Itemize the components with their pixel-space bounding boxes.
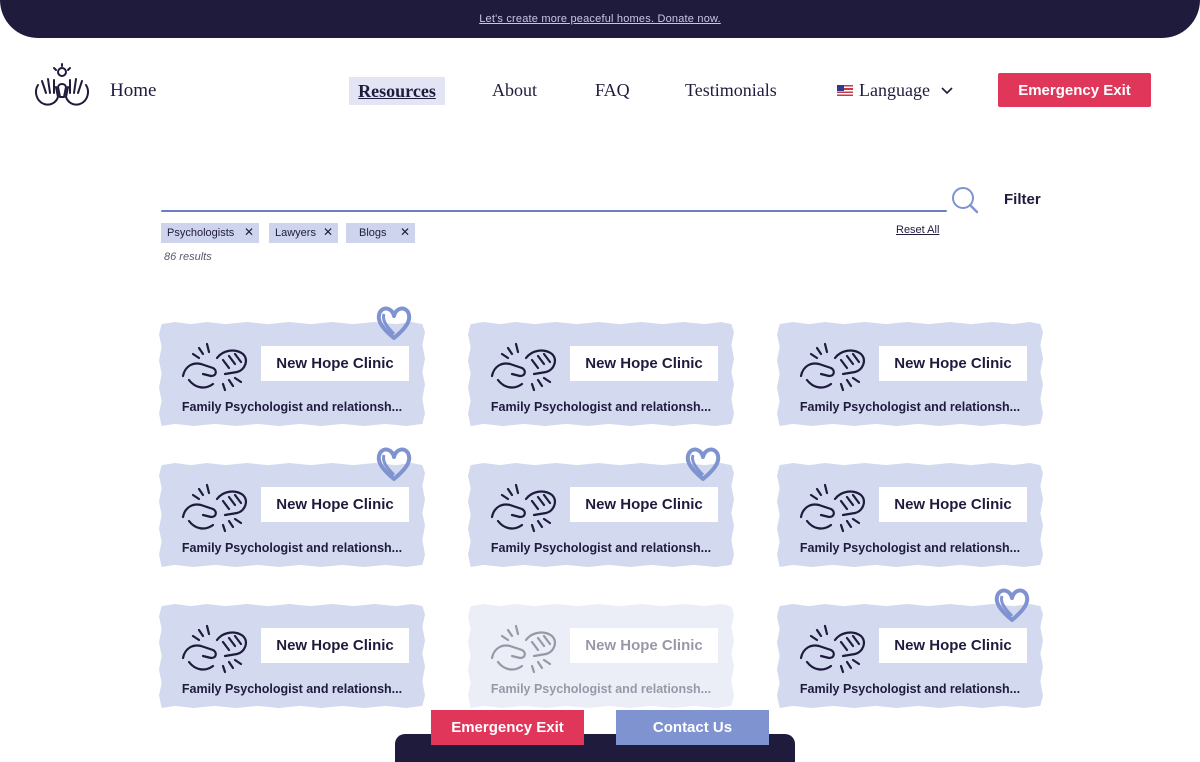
handshake-illustration-icon	[181, 483, 247, 533]
search-input[interactable]	[161, 186, 941, 208]
search-underline	[161, 210, 947, 212]
card-description: Family Psychologist and relationsh...	[181, 682, 403, 696]
chip-label: Blogs	[359, 227, 387, 239]
close-icon[interactable]: ✕	[244, 225, 254, 239]
nav-home[interactable]: Home	[110, 80, 156, 102]
close-icon[interactable]: ✕	[323, 225, 333, 239]
card-title: New Hope Clinic	[570, 628, 718, 663]
donate-link[interactable]: Let's create more peaceful homes. Donate…	[479, 13, 721, 25]
results-count: 86 results	[164, 251, 212, 263]
close-icon[interactable]: ✕	[400, 225, 410, 239]
resource-card[interactable]: New Hope Clinic Family Psychologist and r…	[777, 463, 1043, 567]
language-selector[interactable]: Language	[837, 80, 954, 101]
nav-resources[interactable]: Resources	[349, 77, 445, 105]
filter-chip-psychologists[interactable]: Psychologists ✕	[161, 223, 259, 243]
card-description: Family Psychologist and relationsh...	[181, 400, 403, 414]
handshake-illustration-icon	[799, 624, 865, 674]
resource-card[interactable]: New Hope Clinic Family Psychologist and r…	[159, 604, 425, 708]
card-description: Family Psychologist and relationsh...	[490, 400, 712, 414]
card-title: New Hope Clinic	[879, 628, 1027, 663]
resource-card[interactable]: New Hope Clinic Family Psychologist and r…	[468, 322, 734, 426]
card-title: New Hope Clinic	[570, 487, 718, 522]
handshake-illustration-icon	[490, 624, 556, 674]
handshake-illustration-icon	[181, 342, 247, 392]
handshake-illustration-icon	[181, 624, 247, 674]
favorite-heart-icon[interactable]	[374, 445, 414, 485]
donate-banner: Let's create more peaceful homes. Donate…	[0, 0, 1200, 38]
logo-hands-icon[interactable]	[32, 63, 92, 107]
chip-label: Lawyers	[275, 227, 316, 239]
chip-label: Psychologists	[167, 227, 235, 239]
card-title: New Hope Clinic	[879, 487, 1027, 522]
reset-all-link[interactable]: Reset All	[896, 224, 939, 236]
emergency-exit-bottom-button[interactable]: Emergency Exit	[431, 710, 584, 745]
contact-us-button[interactable]: Contact Us	[616, 710, 769, 745]
handshake-illustration-icon	[490, 342, 556, 392]
favorite-heart-icon[interactable]	[683, 445, 723, 485]
card-title: New Hope Clinic	[570, 346, 718, 381]
handshake-illustration-icon	[490, 483, 556, 533]
card-description: Family Psychologist and relationsh...	[799, 682, 1021, 696]
resource-card[interactable]: New Hope Clinic Family Psychologist and r…	[777, 322, 1043, 426]
card-description: Family Psychologist and relationsh...	[799, 541, 1021, 555]
filter-chip-blogs[interactable]: Blogs ✕	[346, 223, 415, 243]
favorite-heart-icon[interactable]	[992, 586, 1032, 626]
filter-chip-lawyers[interactable]: Lawyers ✕	[269, 223, 338, 243]
handshake-illustration-icon	[799, 483, 865, 533]
card-title: New Hope Clinic	[261, 487, 409, 522]
nav-testimonials[interactable]: Testimonials	[685, 80, 777, 101]
nav-about[interactable]: About	[492, 80, 537, 101]
emergency-exit-button[interactable]: Emergency Exit	[998, 73, 1151, 107]
chevron-down-icon	[941, 86, 953, 94]
nav-resources-label: Resources	[358, 80, 436, 101]
card-title: New Hope Clinic	[261, 346, 409, 381]
favorite-heart-icon[interactable]	[374, 304, 414, 344]
card-title: New Hope Clinic	[261, 628, 409, 663]
card-description: Family Psychologist and relationsh...	[490, 541, 712, 555]
main-nav: Home Resources About FAQ Testimonials La…	[0, 58, 1200, 122]
filter-button[interactable]: Filter	[1004, 191, 1041, 208]
handshake-illustration-icon	[799, 342, 865, 392]
card-title: New Hope Clinic	[879, 346, 1027, 381]
language-label: Language	[859, 80, 930, 100]
card-description: Family Psychologist and relationsh...	[181, 541, 403, 555]
us-flag-icon	[837, 85, 853, 96]
nav-faq[interactable]: FAQ	[595, 80, 630, 101]
search-icon[interactable]	[950, 186, 980, 214]
card-description: Family Psychologist and relationsh...	[799, 400, 1021, 414]
resource-card[interactable]: New Hope Clinic Family Psychologist and r…	[468, 604, 734, 708]
card-description: Family Psychologist and relationsh...	[490, 682, 712, 696]
